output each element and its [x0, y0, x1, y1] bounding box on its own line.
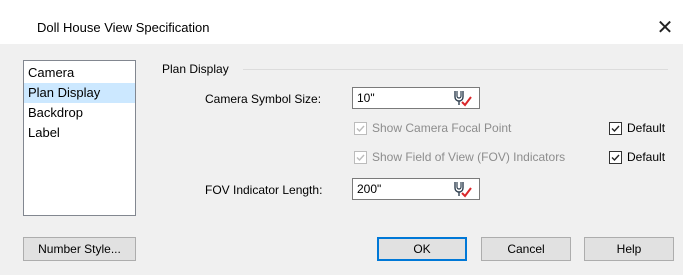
camera-symbol-size-label: Camera Symbol Size:: [205, 92, 322, 106]
title-bar: Doll House View Specification ✕: [0, 0, 683, 44]
focal-point-default-row: Default: [609, 121, 665, 135]
unit-picker-icon[interactable]: [452, 180, 472, 198]
group-title: Plan Display: [162, 62, 229, 76]
show-fov-checkbox[interactable]: [354, 150, 367, 164]
fov-length-label: FOV Indicator Length:: [205, 183, 323, 197]
show-focal-point-row: Show Camera Focal Point: [354, 121, 511, 135]
focal-point-default-checkbox[interactable]: [609, 121, 622, 135]
category-item-backdrop[interactable]: Backdrop: [24, 103, 135, 123]
show-focal-point-checkbox[interactable]: [354, 121, 367, 135]
fov-default-checkbox[interactable]: [609, 150, 622, 164]
group-divider: [243, 69, 668, 70]
window-title: Doll House View Specification: [37, 20, 210, 35]
category-item-plan-display[interactable]: Plan Display: [24, 83, 135, 103]
help-button[interactable]: Help: [584, 237, 674, 261]
number-style-label: Number Style...: [38, 242, 121, 256]
ok-label: OK: [413, 242, 431, 256]
category-list[interactable]: Camera Plan Display Backdrop Label: [23, 60, 136, 216]
help-label: Help: [616, 242, 642, 256]
cancel-button[interactable]: Cancel: [481, 237, 571, 261]
fov-default-row: Default: [609, 150, 665, 164]
cancel-label: Cancel: [507, 242, 545, 256]
category-item-label[interactable]: Label: [24, 123, 135, 143]
close-icon: ✕: [656, 16, 674, 39]
show-focal-point-label: Show Camera Focal Point: [372, 121, 512, 135]
unit-picker-icon[interactable]: [452, 89, 472, 107]
ok-button[interactable]: OK: [377, 237, 467, 261]
category-item-camera[interactable]: Camera: [24, 63, 135, 83]
show-fov-label: Show Field of View (FOV) Indicators: [372, 150, 566, 164]
close-button[interactable]: ✕: [650, 14, 680, 40]
focal-point-default-label: Default: [627, 121, 666, 135]
show-fov-row: Show Field of View (FOV) Indicators: [354, 150, 565, 164]
number-style-button[interactable]: Number Style...: [23, 237, 136, 261]
fov-default-label: Default: [627, 150, 666, 164]
